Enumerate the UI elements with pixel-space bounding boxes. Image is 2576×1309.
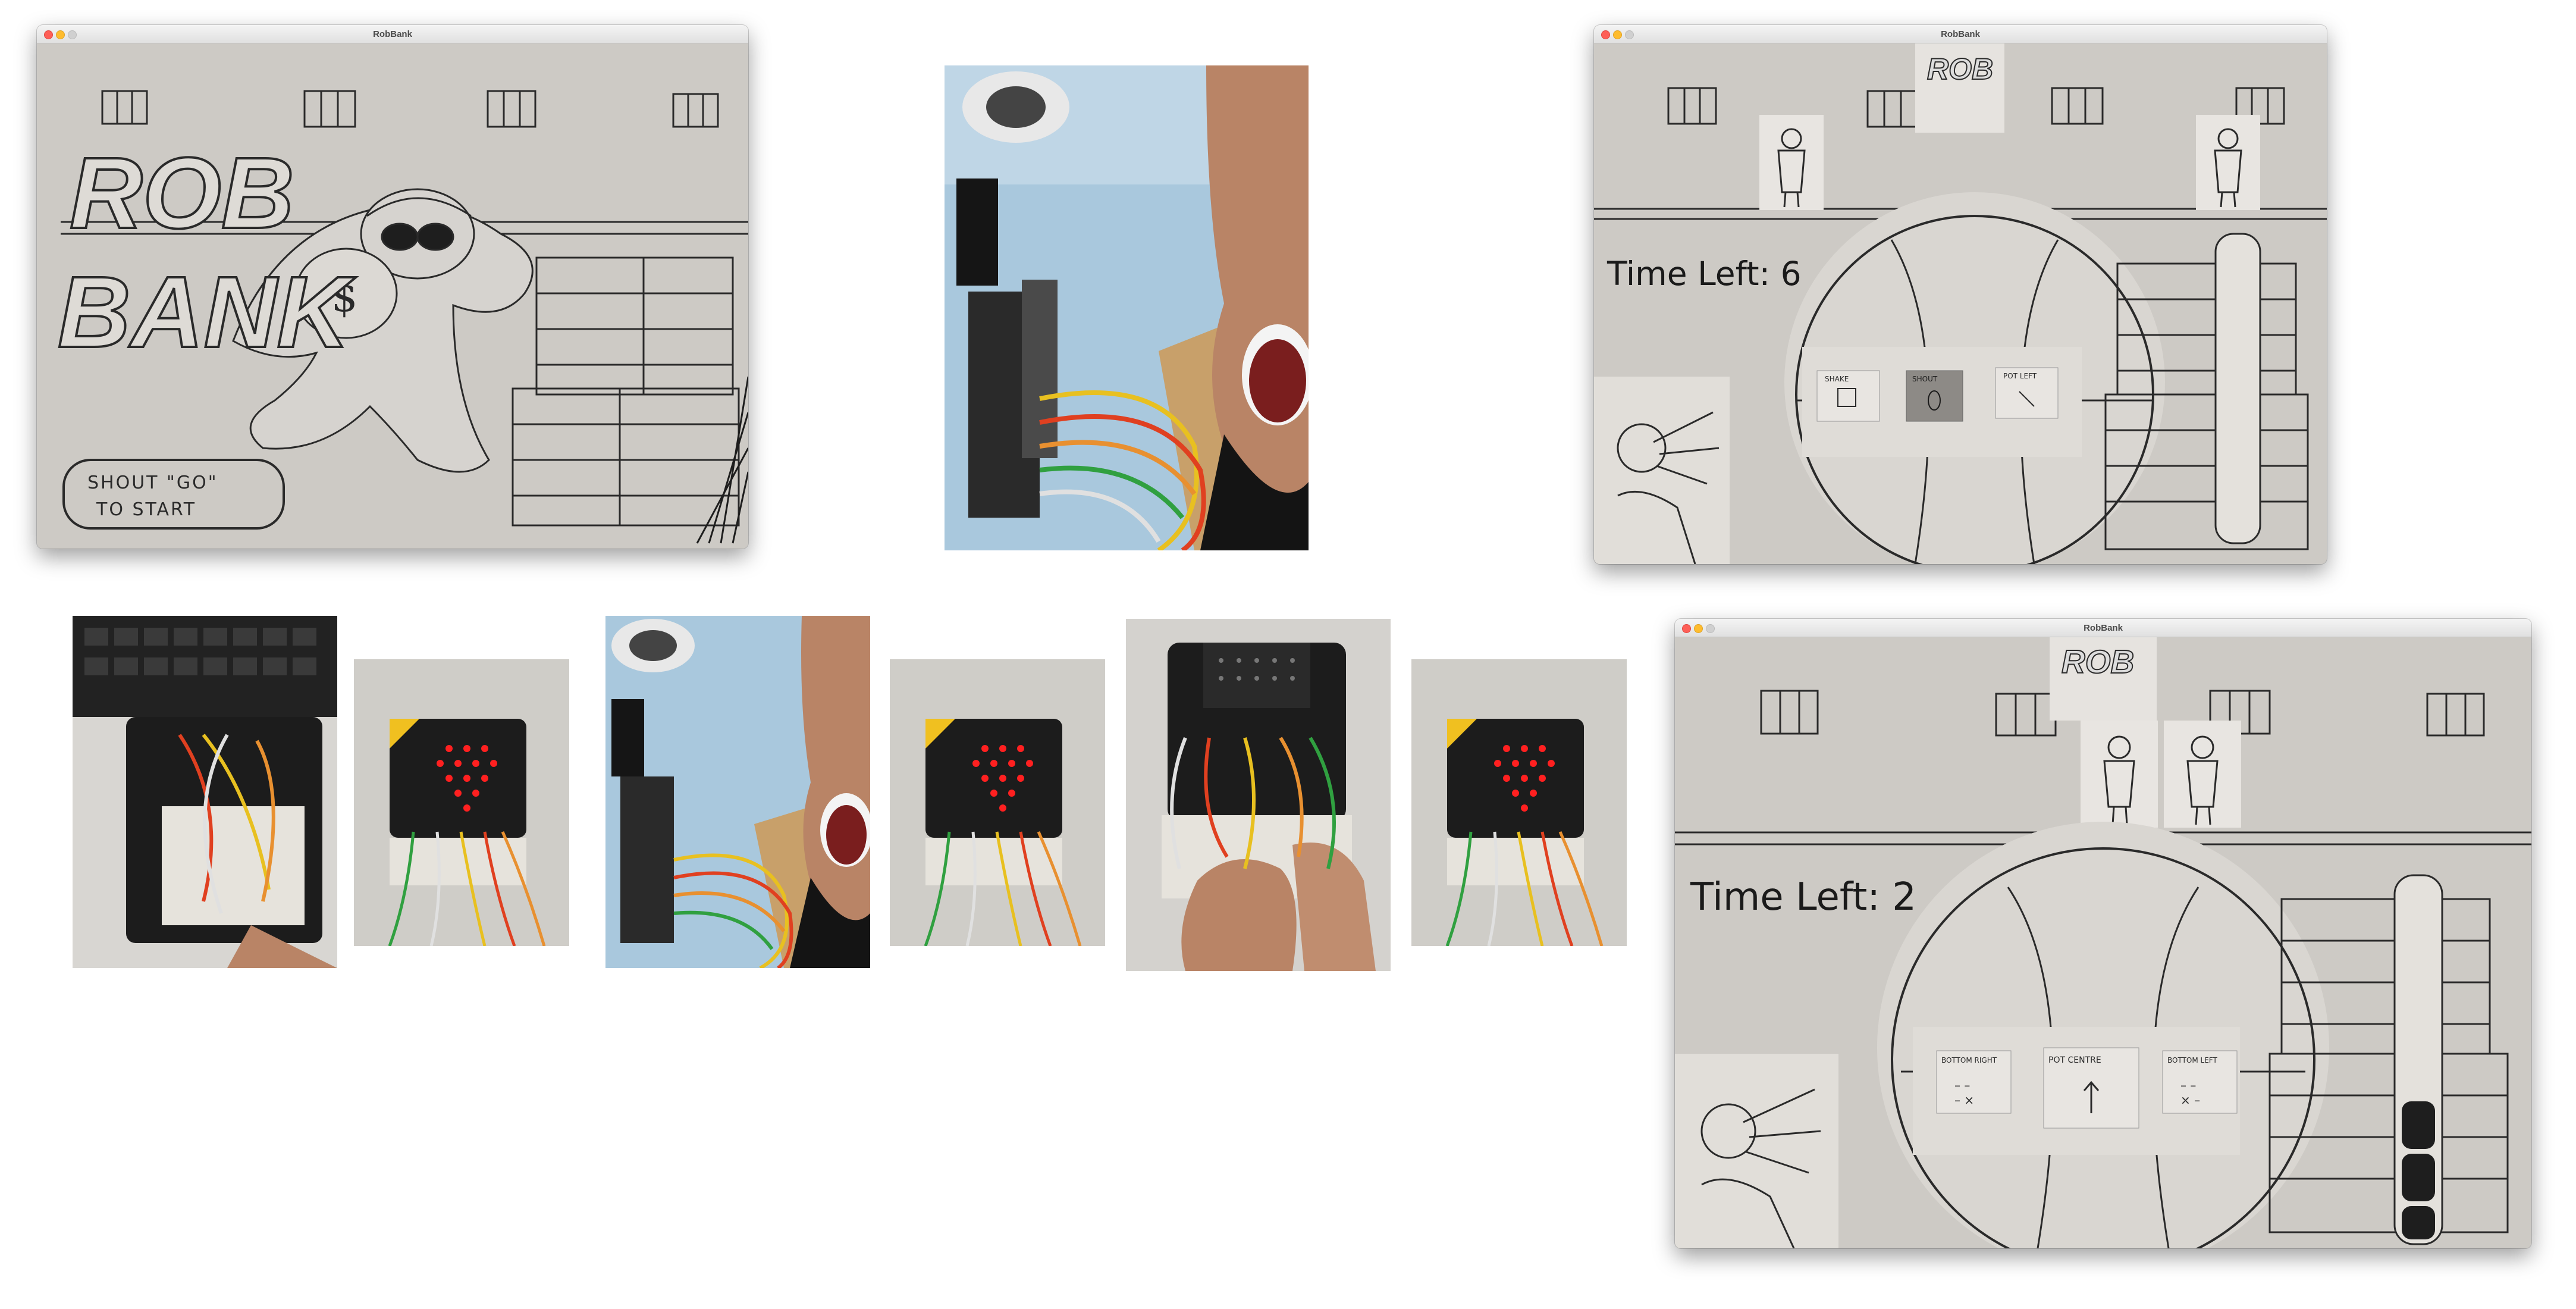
time-left-label: Time Left: 6 — [1607, 255, 1802, 293]
card-label-shake: SHAKE — [1825, 375, 1849, 383]
svg-text:× –: × – — [2180, 1093, 2200, 1107]
photo-microbit-heart-2 — [890, 659, 1105, 946]
instruction-card-pot-centre: POT CENTRE — [2043, 1047, 2139, 1129]
instruction-card-shout: SHOUT — [1906, 370, 1963, 422]
instruction-card-shake: SHAKE — [1816, 370, 1880, 422]
microbit-heart-photo — [354, 659, 569, 946]
card-label-bottom-right: BOTTOM RIGHT — [1941, 1056, 1997, 1064]
shouting-photo — [945, 65, 1309, 550]
hands-wires-photo — [1126, 619, 1391, 971]
shouting-photo-small — [605, 616, 870, 968]
vault-scene-drawing: ROB — [1675, 637, 2531, 1248]
photo-microbit-heart-1 — [354, 659, 569, 946]
game-window-1: RobBank ROB SHAKE SHOUT POT LEFT Time Le… — [1594, 25, 2327, 564]
window-title: RobBank — [373, 29, 412, 39]
logo-bank: BANK — [58, 256, 356, 369]
breadboard-photo — [73, 616, 337, 968]
window-title: RobBank — [1941, 29, 1980, 39]
logo-rob: ROB — [70, 137, 294, 250]
svg-text:ROB: ROB — [2062, 643, 2134, 680]
start-prompt-line1: SHOUT "GO" — [87, 472, 218, 493]
progress-bar-track — [2214, 233, 2261, 544]
game-canvas[interactable]: ROB — [1594, 43, 2327, 564]
start-screen-canvas[interactable]: $ ROB BANK SHOUT "GO" TO START — [37, 43, 748, 549]
microbit-heart-photo — [890, 659, 1105, 946]
instruction-card-bottom-left: BOTTOM LEFT – – × – — [2162, 1050, 2238, 1114]
card-label-shout: SHOUT — [1912, 375, 1938, 383]
time-left-label: Time Left: 2 — [1690, 875, 1916, 919]
microbit-heart-photo — [1411, 659, 1627, 946]
svg-text:– –: – – — [1954, 1078, 1970, 1092]
game-window-2: RobBank ROB BOTTOM RIGHT – – – × POT CEN… — [1675, 619, 2531, 1248]
title-bar[interactable]: RobBank — [1675, 619, 2531, 637]
start-prompt-line2: TO START — [96, 499, 196, 520]
progress-segment — [2402, 1101, 2435, 1149]
progress-segment — [2402, 1206, 2435, 1239]
title-bar[interactable]: RobBank — [37, 25, 748, 43]
title-bar[interactable]: RobBank — [1594, 25, 2327, 43]
card-label-pot-centre: POT CENTRE — [2048, 1056, 2101, 1065]
vault-scene-drawing: ROB — [1594, 43, 2327, 564]
svg-text:ROB: ROB — [1927, 52, 1993, 86]
start-scene-drawing: $ ROB BANK SHOUT "GO" TO START — [57, 90, 748, 544]
photo-shouting-large — [945, 65, 1309, 550]
game-canvas[interactable]: ROB — [1675, 637, 2531, 1248]
photo-shouting-small — [605, 616, 870, 968]
instruction-card-bottom-right: BOTTOM RIGHT – – – × — [1936, 1050, 2012, 1114]
progress-segment — [2402, 1154, 2435, 1201]
photo-microbit-heart-3 — [1411, 659, 1627, 946]
window-title: RobBank — [2084, 623, 2123, 633]
svg-text:– ×: – × — [1954, 1093, 1974, 1107]
svg-text:– –: – – — [2180, 1078, 2196, 1092]
card-label-bottom-left: BOTTOM LEFT — [2167, 1056, 2217, 1064]
photo-hand-breadboard — [73, 616, 337, 968]
start-window: RobBank $ ROB BANK SHOUT "GO" TO START — [37, 25, 748, 549]
card-label-pot-left: POT LEFT — [2003, 372, 2037, 380]
instruction-card-pot-left: POT LEFT — [1995, 367, 2059, 419]
photo-hands-wires — [1126, 619, 1391, 971]
